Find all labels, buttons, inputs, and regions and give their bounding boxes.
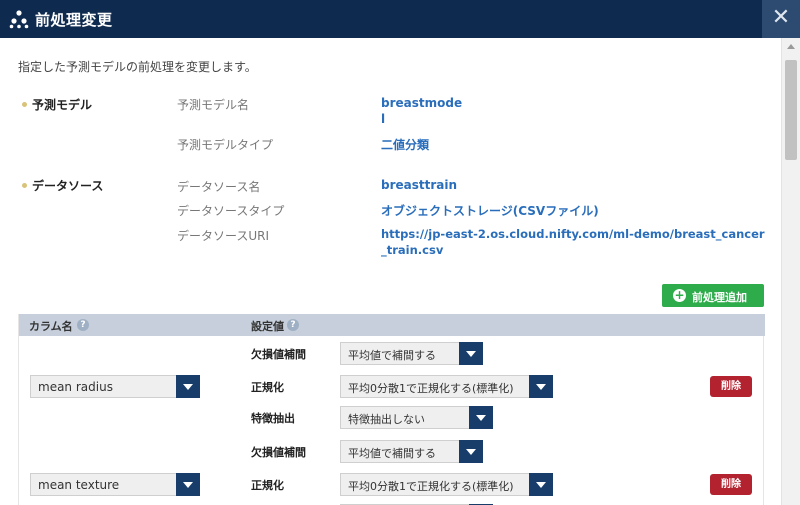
- datasource-name-label: データソース名: [177, 180, 261, 194]
- normalize-label: 正規化: [251, 381, 284, 394]
- grid-header: カラム名 ? 設定値 ?: [19, 314, 765, 336]
- title-bar: 前処理変更 ✕: [0, 0, 800, 38]
- model-name-label: 予測モデル名: [177, 98, 250, 112]
- column-help-icon[interactable]: ?: [77, 319, 89, 331]
- normalize-select[interactable]: 平均0分散1で正規化する(標準化): [340, 473, 553, 496]
- scroll-thumb[interactable]: [785, 60, 797, 160]
- datasource-section-label: データソース: [32, 179, 104, 193]
- feature-extraction-select[interactable]: 特徴抽出しない: [340, 406, 493, 429]
- feature-extraction-selected: 特徴抽出しない: [348, 413, 425, 426]
- delete-button[interactable]: 削除: [710, 474, 752, 495]
- chevron-down-icon: [529, 375, 553, 398]
- model-bullet-icon: [22, 102, 27, 107]
- normalize-selected: 平均0分散1で正規化する(標準化): [348, 480, 514, 493]
- model-name-value-line1: breastmode: [381, 96, 463, 110]
- column-selected: mean radius: [38, 380, 113, 394]
- column-selected: mean texture: [38, 478, 120, 492]
- delete-button[interactable]: 削除: [710, 376, 752, 397]
- chevron-down-icon: [529, 473, 553, 496]
- model-section-label: 予測モデル: [32, 98, 93, 112]
- normalize-label: 正規化: [251, 479, 284, 492]
- missing-value-select[interactable]: 平均値で補間する: [340, 342, 483, 365]
- chevron-down-icon: [469, 406, 493, 429]
- add-preprocessing-label: 前処理追加: [692, 291, 747, 304]
- datasource-uri-label: データソースURI: [177, 229, 270, 243]
- model-name-value-line2: l: [381, 112, 386, 126]
- normalize-select[interactable]: 平均0分散1で正規化する(標準化): [340, 375, 553, 398]
- datasource-bullet-icon: [22, 183, 27, 188]
- vertical-scrollbar[interactable]: [781, 38, 800, 505]
- column-name-header: カラム名: [29, 320, 73, 333]
- column-select[interactable]: mean texture: [30, 473, 200, 496]
- close-icon: ✕: [771, 5, 791, 30]
- missing-value-select[interactable]: 平均値で補間する: [340, 440, 483, 463]
- column-select[interactable]: mean radius: [30, 375, 200, 398]
- missing-value-label: 欠損値補間: [251, 348, 306, 361]
- app-logo-icon: [9, 10, 29, 29]
- missing-value-selected: 平均値で補間する: [348, 447, 436, 460]
- datasource-uri-value-line2: _train.csv: [381, 243, 444, 257]
- model-type-value: 二値分類: [381, 138, 430, 152]
- settings-header: 設定値: [251, 320, 284, 333]
- model-type-label: 予測モデルタイプ: [177, 138, 274, 152]
- add-preprocessing-button[interactable]: + 前処理追加: [662, 284, 764, 307]
- scroll-up-arrow-icon[interactable]: [787, 44, 795, 49]
- dialog-body: 指定した予測モデルの前処理を変更します。 予測モデル 予測モデル名 breast…: [0, 38, 781, 505]
- settings-help-icon[interactable]: ?: [287, 319, 299, 331]
- missing-value-selected: 平均値で補間する: [348, 349, 436, 362]
- feature-extraction-label: 特徴抽出: [251, 412, 295, 425]
- intro-text: 指定した予測モデルの前処理を変更します。: [18, 60, 257, 74]
- datasource-uri-value-line1: https://jp-east-2.os.cloud.nifty.com/ml-…: [381, 227, 765, 241]
- chevron-down-icon: [176, 473, 200, 496]
- chevron-down-icon: [459, 342, 483, 365]
- datasource-type-value: オブジェクトストレージ(CSVファイル): [381, 204, 599, 218]
- chevron-down-icon: [176, 375, 200, 398]
- normalize-selected: 平均0分散1で正規化する(標準化): [348, 382, 514, 395]
- preprocessing-grid: カラム名 ? 設定値 ? 欠損値補間 平均値で補間する mean radius …: [18, 314, 765, 505]
- close-button[interactable]: ✕: [762, 0, 800, 38]
- dialog-title: 前処理変更: [35, 11, 113, 29]
- missing-value-label: 欠損値補間: [251, 446, 306, 459]
- datasource-type-label: データソースタイプ: [177, 204, 285, 218]
- plus-circle-icon: +: [673, 288, 686, 302]
- datasource-name-value: breasttrain: [381, 178, 458, 192]
- chevron-down-icon: [459, 440, 483, 463]
